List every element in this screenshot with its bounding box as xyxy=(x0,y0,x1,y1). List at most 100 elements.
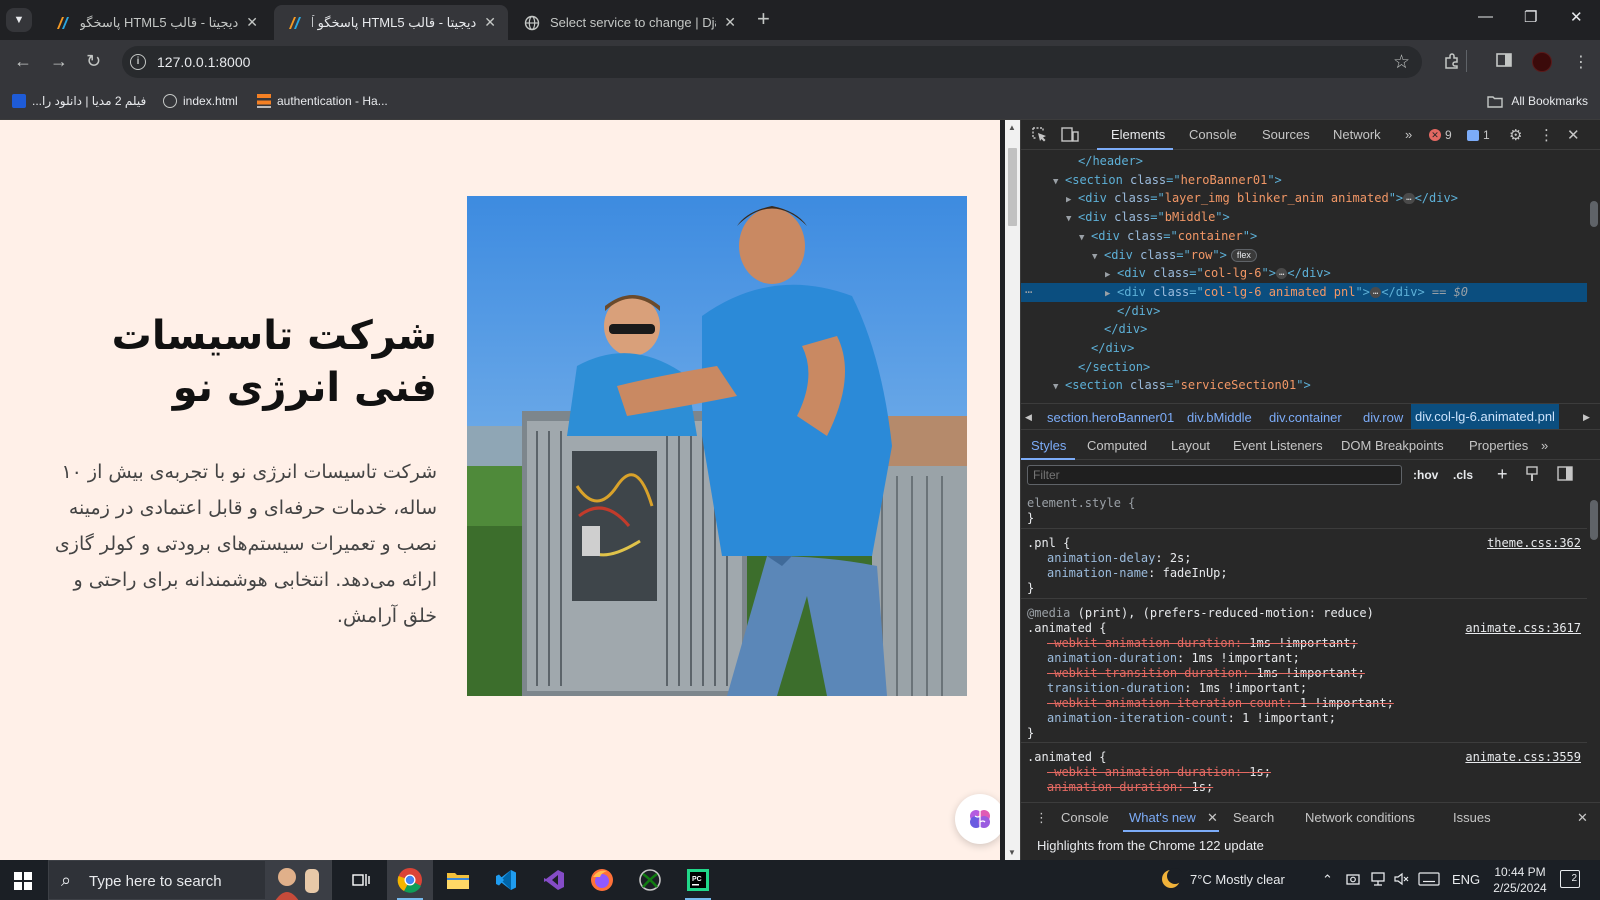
drawer-menu-icon[interactable]: ⋮ xyxy=(1035,810,1048,826)
tab-search-button[interactable]: ▼ xyxy=(6,8,32,32)
rule-source-link[interactable]: theme.css:362 xyxy=(1487,536,1581,550)
reload-button[interactable]: ↻ xyxy=(86,52,101,70)
devtools-menu-icon[interactable]: ⋮ xyxy=(1539,126,1554,144)
expand-toggle-icon[interactable]: ▼ xyxy=(1053,378,1065,397)
url-text[interactable]: 127.0.0.1:8000 xyxy=(157,54,250,70)
chrome-taskbar-icon[interactable] xyxy=(387,860,433,900)
show-hidden-icons-chevron-icon[interactable]: ⌃ xyxy=(1322,872,1333,888)
task-view-icon[interactable] xyxy=(338,860,384,900)
cls-toggle[interactable]: .cls xyxy=(1453,468,1473,482)
bookmark-index-html[interactable]: index.html xyxy=(163,94,238,108)
side-panel-icon[interactable] xyxy=(1496,52,1512,73)
dom-node[interactable]: </div> xyxy=(1021,339,1587,358)
devtools-tab-sources[interactable]: Sources xyxy=(1262,127,1310,142)
more-tabs-chevron-icon[interactable]: » xyxy=(1405,127,1412,142)
drawer-tab-network-conditions[interactable]: Network conditions xyxy=(1305,810,1415,825)
breadcrumb-left-arrow-icon[interactable]: ◀ xyxy=(1025,412,1032,423)
all-bookmarks-button[interactable]: All Bookmarks xyxy=(1487,94,1588,108)
breadcrumb-item[interactable]: section.heroBanner01 xyxy=(1047,410,1174,425)
weather-moon-icon[interactable] xyxy=(1160,868,1183,893)
address-bar[interactable]: i 127.0.0.1:8000 ☆ xyxy=(122,46,1422,78)
styles-scroll-thumb[interactable] xyxy=(1590,500,1598,540)
drawer-tab-search[interactable]: Search xyxy=(1233,810,1274,825)
close-drawer-icon[interactable]: ✕ xyxy=(1577,810,1588,826)
close-icon[interactable]: ✕ xyxy=(1207,810,1218,826)
node-actions-icon[interactable]: ⋯ xyxy=(1025,283,1032,302)
profile-avatar[interactable] xyxy=(1532,52,1552,72)
subtab-event-listeners[interactable]: Event Listeners xyxy=(1233,438,1323,453)
taskbar-search-box[interactable]: ⌕ Type here to search xyxy=(48,860,332,900)
firefox-icon[interactable] xyxy=(579,860,625,900)
file-explorer-icon[interactable] xyxy=(435,860,481,900)
bookmark-film2media[interactable]: فیلم 2 مدیا | دانلود را... xyxy=(12,94,146,108)
dom-node[interactable]: </header> xyxy=(1021,152,1587,171)
windows-start-icon[interactable] xyxy=(14,872,32,890)
drawer-tab-console[interactable]: Console xyxy=(1061,810,1109,825)
dom-node[interactable]: ▼ <section class="serviceSection01"> xyxy=(1021,376,1587,395)
browser-menu-icon[interactable]: ⋮ xyxy=(1573,52,1589,72)
volume-muted-icon[interactable] xyxy=(1394,872,1410,889)
dom-node[interactable]: ▼ <div class="container"> xyxy=(1021,227,1587,246)
devtools-tab-network[interactable]: Network xyxy=(1333,127,1381,142)
breadcrumb-item-selected[interactable]: div.col-lg-6.animated.pnl xyxy=(1411,404,1559,429)
css-declaration[interactable]: animation-iteration-count: 1 !important; xyxy=(1047,711,1336,726)
css-declaration-overridden[interactable]: -webkit-animation-duration: 1s; xyxy=(1047,765,1271,780)
dom-node[interactable]: ▼ <div class="row"> flex xyxy=(1021,246,1587,265)
breadcrumb-right-arrow-icon[interactable]: ▶ xyxy=(1583,412,1590,423)
bookmark-star-icon[interactable]: ☆ xyxy=(1393,51,1410,74)
dom-node-selected[interactable]: ⋯ ▶ <div class="col-lg-6 animated pnl">… </… xyxy=(1021,282,1587,302)
css-declaration[interactable]: animation-duration: 1ms !important; xyxy=(1047,651,1300,666)
devtools-tab-elements[interactable]: Elements xyxy=(1111,127,1165,142)
dom-node[interactable]: ▼ <div class="bMiddle"> xyxy=(1021,208,1587,227)
drawer-tab-issues[interactable]: Issues xyxy=(1453,810,1491,825)
weather-text[interactable]: 7°C Mostly clear xyxy=(1190,872,1285,887)
settings-gear-icon[interactable]: ⚙ xyxy=(1509,126,1522,144)
close-devtools-icon[interactable]: ✕ xyxy=(1567,126,1580,144)
scroll-down-arrow-icon[interactable]: ▼ xyxy=(1008,848,1016,857)
system-clock[interactable]: 10:44 PM 2/25/2024 xyxy=(1475,864,1565,896)
camera-icon[interactable] xyxy=(1346,872,1360,889)
page-scrollbar[interactable]: ▲ ▼ xyxy=(1005,120,1020,860)
subtab-computed[interactable]: Computed xyxy=(1087,438,1147,453)
tab-django-admin[interactable]: Select service to change | Django ✕ xyxy=(512,5,748,40)
paint-brush-icon[interactable] xyxy=(1525,466,1539,485)
more-subtabs-chevron-icon[interactable]: » xyxy=(1541,438,1548,453)
subtab-layout[interactable]: Layout xyxy=(1171,438,1210,453)
back-button[interactable]: ← xyxy=(14,52,32,70)
dom-node[interactable]: </section> xyxy=(1021,358,1587,377)
computed-sidebar-icon[interactable] xyxy=(1557,466,1573,484)
xbox-icon[interactable] xyxy=(627,860,673,900)
close-icon[interactable]: ✕ xyxy=(724,14,736,31)
dom-node[interactable]: </div> xyxy=(1021,320,1587,339)
new-tab-button[interactable]: + xyxy=(757,8,770,30)
dom-scroll-thumb[interactable] xyxy=(1590,201,1598,227)
new-rule-icon[interactable]: + xyxy=(1497,464,1508,485)
css-declaration[interactable]: animation-delay: 2s; xyxy=(1047,551,1192,566)
extensions-icon[interactable] xyxy=(1443,52,1461,75)
subtab-dom-breakpoints[interactable]: DOM Breakpoints xyxy=(1341,438,1444,453)
inspect-element-icon[interactable] xyxy=(1031,126,1048,147)
dom-node[interactable]: ▼ <section class="heroBanner01"> xyxy=(1021,171,1587,190)
tab-digita-1[interactable]: دیجیتا - قالب HTML5 پاسخگو آزاد ✕ xyxy=(42,5,270,40)
rule-animated-media[interactable]: @media (print), (prefers-reduced-motion:… xyxy=(1021,600,1587,743)
page-scroll-thumb[interactable] xyxy=(1008,148,1017,226)
collapsed-children-badge[interactable]: … xyxy=(1275,268,1288,280)
visual-studio-icon[interactable] xyxy=(531,860,577,900)
rule-source-link[interactable]: animate.css:3617 xyxy=(1465,621,1581,635)
notification-center-icon[interactable]: 2 xyxy=(1560,870,1580,888)
pycharm-icon[interactable]: PC xyxy=(675,860,721,900)
forward-button[interactable]: → xyxy=(50,52,68,70)
devtools-tab-console[interactable]: Console xyxy=(1189,127,1237,142)
tab-digita-2[interactable]: دیجیتا - قالب HTML5 پاسخگو آزاد ✕ xyxy=(274,5,508,40)
bookmark-authentication[interactable]: authentication - Ha... xyxy=(257,94,388,108)
restore-button[interactable]: ❐ xyxy=(1524,8,1537,26)
css-declaration[interactable]: animation-name: fadeInUp; xyxy=(1047,566,1228,581)
message-count-badge[interactable]: 1 xyxy=(1467,128,1490,142)
dom-node[interactable]: </div> xyxy=(1021,302,1587,321)
dom-node[interactable]: ▶ <div class="col-lg-6">… </div> xyxy=(1021,264,1587,283)
vscode-icon[interactable] xyxy=(483,860,529,900)
close-icon[interactable]: ✕ xyxy=(484,14,496,31)
site-info-icon[interactable]: i xyxy=(130,54,146,70)
rule-animated[interactable]: .animated { animate.css:3559 -webkit-ani… xyxy=(1021,744,1587,804)
flex-badge[interactable]: flex xyxy=(1230,248,1257,262)
